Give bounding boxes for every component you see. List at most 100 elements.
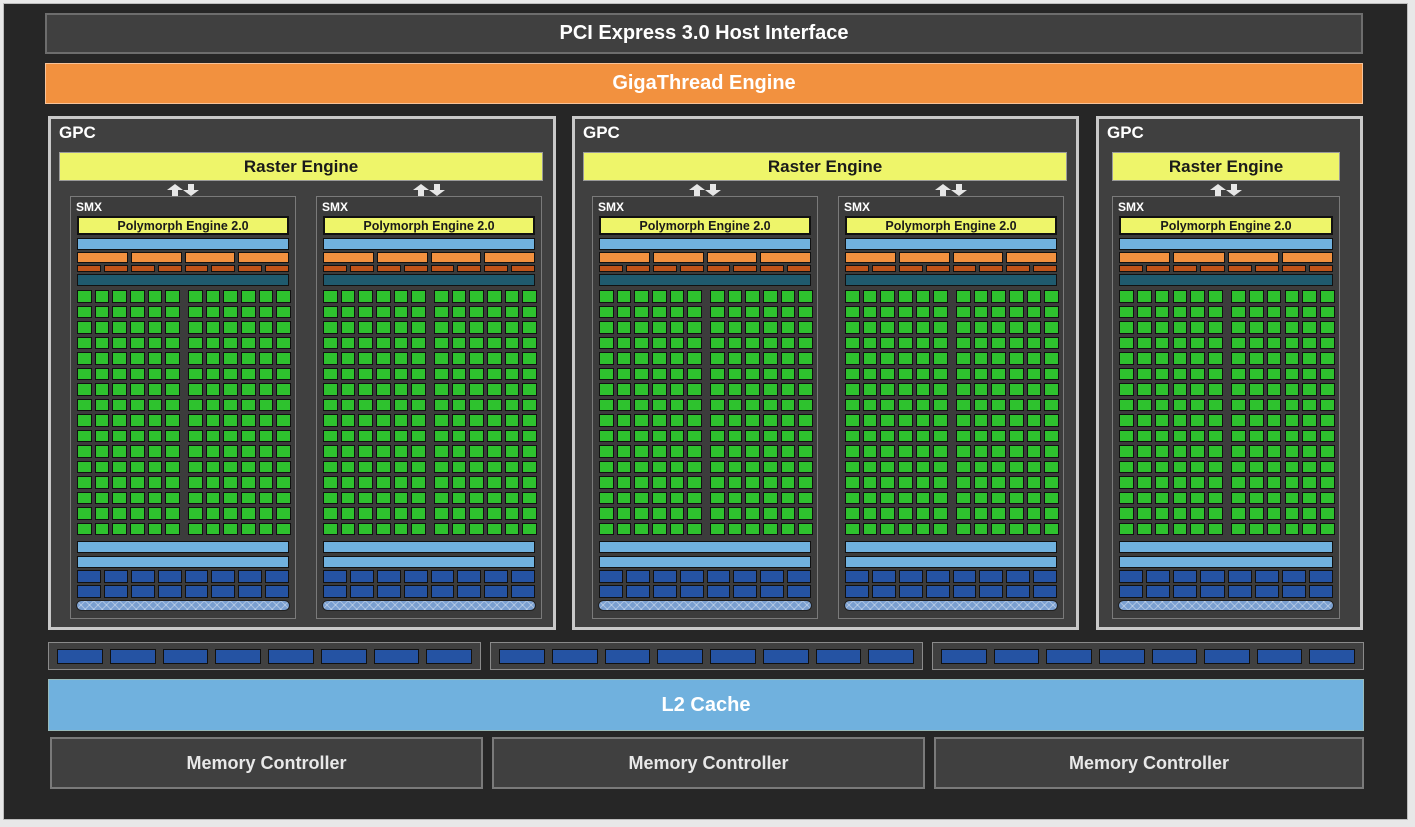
cuda-core bbox=[1320, 398, 1335, 411]
cuda-core bbox=[1136, 290, 1152, 303]
cuda-core bbox=[1231, 352, 1246, 365]
cuda-core bbox=[258, 367, 274, 380]
cuda-core bbox=[634, 476, 649, 489]
cuda-core bbox=[933, 476, 948, 489]
cuda-core bbox=[710, 352, 725, 365]
cuda-core bbox=[469, 367, 484, 380]
cuda-core bbox=[898, 445, 913, 458]
cuda-core bbox=[393, 522, 409, 535]
cuda-core bbox=[798, 367, 813, 380]
cuda-core bbox=[634, 398, 649, 411]
cuda-core bbox=[763, 383, 778, 396]
cuda-core bbox=[241, 305, 256, 318]
cuda-core bbox=[188, 321, 203, 334]
cuda-core bbox=[763, 414, 778, 427]
cuda-core bbox=[323, 429, 338, 442]
cuda-core bbox=[434, 305, 449, 318]
cuda-core bbox=[862, 460, 878, 473]
cuda-core bbox=[1266, 491, 1282, 504]
cuda-core bbox=[780, 414, 796, 427]
cuda-core bbox=[1208, 476, 1223, 489]
register-file bbox=[1119, 274, 1333, 286]
cuda-core bbox=[376, 367, 391, 380]
cuda-core bbox=[205, 321, 221, 334]
tex-unit bbox=[845, 570, 869, 583]
cuda-core bbox=[165, 398, 180, 411]
cuda-core bbox=[1320, 414, 1335, 427]
cuda-core bbox=[1190, 290, 1206, 303]
cuda-core bbox=[745, 352, 760, 365]
cuda-core bbox=[323, 305, 338, 318]
cuda-core bbox=[763, 507, 778, 520]
warp-scheduler bbox=[77, 252, 128, 263]
cuda-core bbox=[956, 383, 971, 396]
cuda-core bbox=[1208, 352, 1223, 365]
cuda-core bbox=[376, 336, 391, 349]
cuda-core bbox=[727, 476, 743, 489]
dispatch-unit bbox=[157, 265, 182, 272]
cuda-core bbox=[1266, 445, 1282, 458]
cuda-core bbox=[188, 367, 203, 380]
cuda-core bbox=[323, 321, 338, 334]
warp-scheduler bbox=[323, 252, 374, 263]
cuda-core bbox=[1266, 429, 1282, 442]
cuda-core bbox=[1190, 367, 1206, 380]
cuda-core bbox=[616, 476, 632, 489]
cuda-core bbox=[1009, 367, 1024, 380]
cuda-core bbox=[1044, 460, 1059, 473]
cuda-core bbox=[599, 367, 614, 380]
cuda-core bbox=[241, 367, 256, 380]
cuda-core bbox=[469, 522, 484, 535]
cuda-core bbox=[898, 507, 913, 520]
cache-slice bbox=[762, 648, 809, 664]
cuda-core bbox=[1136, 367, 1152, 380]
tex-unit bbox=[979, 585, 1004, 598]
cuda-core bbox=[991, 522, 1006, 535]
tex-unit-row bbox=[845, 585, 1057, 598]
cuda-core bbox=[522, 398, 537, 411]
cuda-core bbox=[1266, 321, 1282, 334]
cuda-core bbox=[1119, 290, 1134, 303]
cuda-core bbox=[616, 507, 632, 520]
cuda-core bbox=[634, 383, 649, 396]
cuda-core bbox=[188, 460, 203, 473]
cuda-core bbox=[130, 414, 145, 427]
cuda-core bbox=[763, 445, 778, 458]
cuda-core bbox=[130, 476, 145, 489]
cuda-core bbox=[1248, 476, 1264, 489]
cuda-core bbox=[798, 321, 813, 334]
cuda-core bbox=[1248, 460, 1264, 473]
tex-unit bbox=[1146, 570, 1171, 583]
gigathread-engine: GigaThread Engine bbox=[45, 63, 1363, 104]
cuda-core bbox=[487, 321, 502, 334]
cuda-core bbox=[652, 321, 667, 334]
cuda-core bbox=[241, 445, 256, 458]
cuda-core bbox=[376, 507, 391, 520]
cuda-core bbox=[710, 445, 725, 458]
cuda-core bbox=[1026, 398, 1042, 411]
cuda-core bbox=[1266, 522, 1282, 535]
cuda-core bbox=[1044, 321, 1059, 334]
cuda-core bbox=[991, 414, 1006, 427]
cuda-core bbox=[411, 336, 426, 349]
cuda-core bbox=[1190, 476, 1206, 489]
cuda-core bbox=[780, 476, 796, 489]
cuda-core bbox=[710, 476, 725, 489]
cuda-core bbox=[376, 352, 391, 365]
cuda-core bbox=[1231, 476, 1246, 489]
dispatch-unit bbox=[1200, 265, 1225, 272]
cuda-core bbox=[780, 336, 796, 349]
cuda-core bbox=[1284, 383, 1300, 396]
cuda-core bbox=[1284, 398, 1300, 411]
cuda-core bbox=[130, 383, 145, 396]
cuda-core bbox=[780, 305, 796, 318]
cuda-core bbox=[522, 491, 537, 504]
dispatch-unit bbox=[898, 265, 923, 272]
cuda-core bbox=[469, 321, 484, 334]
cuda-core bbox=[915, 290, 931, 303]
cuda-core bbox=[77, 321, 92, 334]
tex-unit-row bbox=[77, 570, 289, 583]
cuda-core bbox=[130, 522, 145, 535]
tex-unit bbox=[898, 570, 923, 583]
cuda-core bbox=[763, 476, 778, 489]
